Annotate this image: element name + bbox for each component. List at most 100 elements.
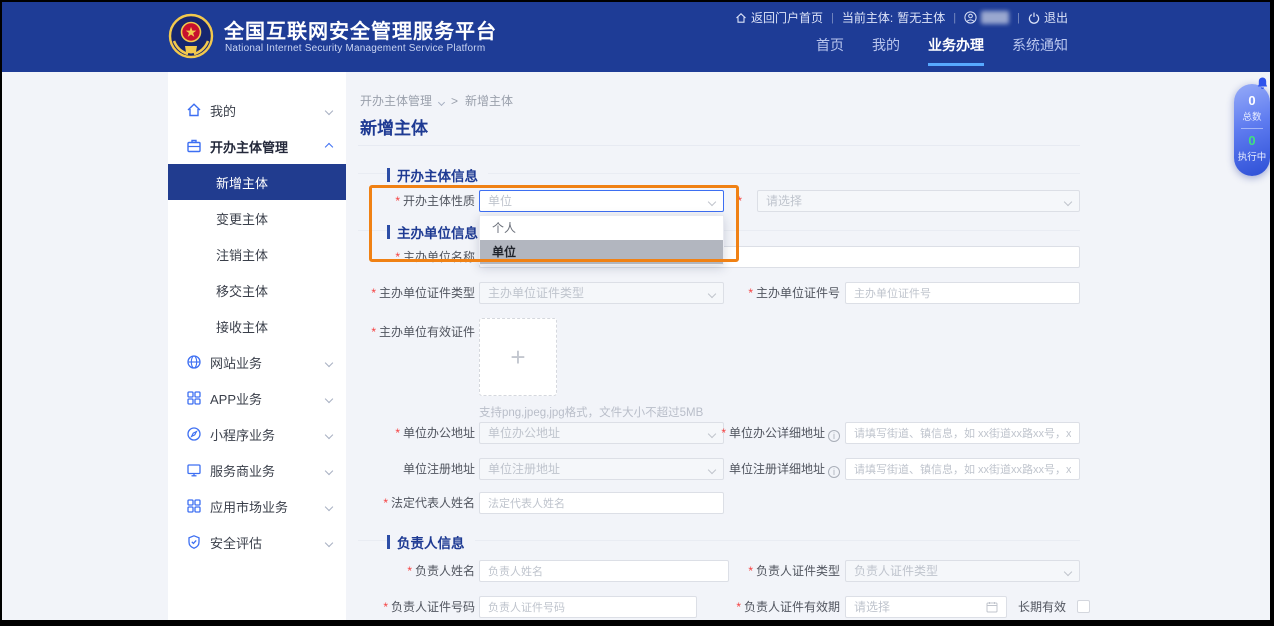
task-total-value: 0 [1234, 93, 1270, 108]
long-term-checkbox[interactable] [1077, 600, 1090, 613]
field-label-reg-addr: 单位注册地址 [358, 458, 475, 480]
info-icon[interactable]: i [828, 466, 840, 478]
calendar-icon [986, 601, 998, 613]
legal-name-input[interactable] [479, 492, 724, 514]
current-subject-label: 当前主体: [842, 9, 893, 26]
app-window: 全国互联网安全管理服务平台 National Internet Security… [2, 2, 1270, 620]
chevron-down-icon [326, 497, 332, 515]
region-placeholder: 请选择 [766, 191, 802, 211]
nav-notice[interactable]: 系统通知 [1012, 35, 1068, 66]
field-label-manager-cert-no: *负责人证件号码 [358, 596, 475, 618]
police-emblem-logo [168, 13, 214, 59]
sidebar-item-label: APP业务 [210, 389, 262, 408]
monitor-icon [186, 462, 202, 478]
org-cert-no-input[interactable] [845, 282, 1080, 304]
section-bar [387, 168, 390, 182]
info-icon[interactable]: i [828, 430, 840, 442]
breadcrumb: 开办主体管理 > 新增主体 [360, 92, 513, 109]
required-marker: * [748, 286, 753, 300]
org-cert-type-placeholder: 主办单位证件类型 [488, 283, 584, 303]
header: 全国互联网安全管理服务平台 National Internet Security… [2, 2, 1270, 72]
sidebar-item-subject-mgmt[interactable]: 开办主体管理 [168, 128, 346, 164]
sidebar-subitem-cancel-subject[interactable]: 注销主体 [168, 236, 346, 272]
required-marker: * [748, 564, 753, 578]
shield-check-icon [186, 534, 202, 550]
upload-dropzone[interactable]: + [479, 318, 557, 396]
field-label-manager-name: *负责人姓名 [358, 560, 475, 582]
office-addr-placeholder: 单位办公地址 [488, 423, 560, 443]
sidebar-subitem-change-subject[interactable]: 变更主体 [168, 200, 346, 236]
long-term-label: 长期有效 [1018, 600, 1066, 614]
field-label-manager-cert-type: *负责人证件类型 [688, 560, 840, 582]
title-divider [358, 145, 1080, 146]
chevron-down-icon [709, 191, 715, 211]
sidebar-subitem-receive-subject[interactable]: 接收主体 [168, 308, 346, 344]
task-status-widget[interactable]: 0 总数 0 执行中 [1234, 84, 1270, 176]
field-label-org-name: *主办单位名称 [358, 246, 475, 268]
reg-addr-placeholder: 单位注册地址 [488, 459, 560, 479]
main-content: 开办主体管理 > 新增主体 新增主体 开办主体信息 *开办主体性质 单位 * 请… [358, 72, 1082, 620]
section-title: 负责人信息 [397, 532, 465, 552]
return-portal-link[interactable]: 返回门户首页 [735, 9, 823, 26]
sidebar-item-miniprogram[interactable]: 小程序业务 [168, 416, 346, 452]
task-total-label: 总数 [1234, 109, 1270, 123]
sidebar-item-mine[interactable]: 我的 [168, 92, 346, 128]
sidebar-item-appmarket[interactable]: 应用市场业务 [168, 488, 346, 524]
manager-cert-no-input[interactable] [479, 596, 697, 618]
required-marker: * [383, 496, 388, 510]
platform-title: 全国互联网安全管理服务平台 [224, 15, 497, 44]
required-marker: * [736, 600, 741, 614]
sidebar-item-security-assessment[interactable]: 安全评估 [168, 524, 346, 560]
home-icon [735, 12, 747, 24]
region-select[interactable]: 请选择 [757, 190, 1080, 212]
sidebar-item-label: 安全评估 [210, 533, 262, 552]
screen: 全国互联网安全管理服务平台 National Internet Security… [0, 0, 1274, 626]
platform-subtitle: National Internet Security Management Se… [225, 43, 485, 54]
field-label-office-addr: *单位办公地址 [358, 422, 475, 444]
sidebar-item-website[interactable]: 网站业务 [168, 344, 346, 380]
section-subject-info: 开办主体信息 [358, 165, 1080, 181]
dropdown-option-org[interactable]: 单位 [480, 240, 723, 264]
sidebar-subitem-new-subject[interactable]: 新增主体 [168, 164, 346, 200]
breadcrumb-parent[interactable]: 开办主体管理 [360, 92, 432, 109]
chevron-down-icon [326, 353, 332, 371]
dropdown-option-person[interactable]: 个人 [480, 216, 723, 240]
chevron-down-icon [1065, 561, 1071, 581]
manager-cert-valid-datepicker[interactable]: 请选择 [845, 596, 1007, 618]
nav-business[interactable]: 业务办理 [928, 35, 984, 66]
chevron-down-icon [326, 101, 332, 119]
nav-mine[interactable]: 我的 [872, 35, 900, 66]
field-label-office-addr-detail: *单位办公详细地址i [688, 422, 840, 444]
sidebar-subitem-label: 新增主体 [216, 173, 268, 192]
section-title: 主办单位信息 [397, 222, 478, 242]
grid-icon [186, 498, 202, 514]
field-label-region-required: * [725, 190, 745, 212]
user-icon [964, 11, 977, 24]
subject-nature-select[interactable]: 单位 [479, 190, 724, 212]
user-account[interactable] [964, 11, 1009, 24]
nav-home[interactable]: 首页 [816, 35, 844, 66]
top-nav: 首页 我的 业务办理 系统通知 [816, 35, 1068, 66]
logout-button[interactable]: 退出 [1028, 9, 1068, 26]
chevron-down-icon [326, 533, 332, 551]
required-marker: * [383, 600, 388, 614]
chevron-down-icon [326, 425, 332, 443]
sidebar-item-label: 开办主体管理 [210, 137, 288, 156]
required-marker: * [721, 426, 726, 440]
widget-divider [1241, 128, 1263, 129]
chevron-down-icon [326, 461, 332, 479]
manager-cert-type-select[interactable]: 负责人证件类型 [845, 560, 1080, 582]
office-addr-detail-input[interactable] [845, 422, 1080, 444]
breadcrumb-current: 新增主体 [465, 92, 513, 109]
sidebar-item-provider[interactable]: 服务商业务 [168, 452, 346, 488]
required-marker: * [371, 325, 376, 339]
plus-icon: + [510, 342, 525, 373]
reg-addr-detail-input[interactable] [845, 458, 1080, 480]
utility-separator: | [953, 12, 956, 24]
sidebar-item-label: 服务商业务 [210, 461, 275, 480]
sidebar-item-app[interactable]: APP业务 [168, 380, 346, 416]
chevron-up-icon [326, 137, 332, 155]
sidebar-subitem-transfer-subject[interactable]: 移交主体 [168, 272, 346, 308]
globe-icon [186, 354, 202, 370]
current-subject-value: 暂无主体 [897, 9, 945, 26]
